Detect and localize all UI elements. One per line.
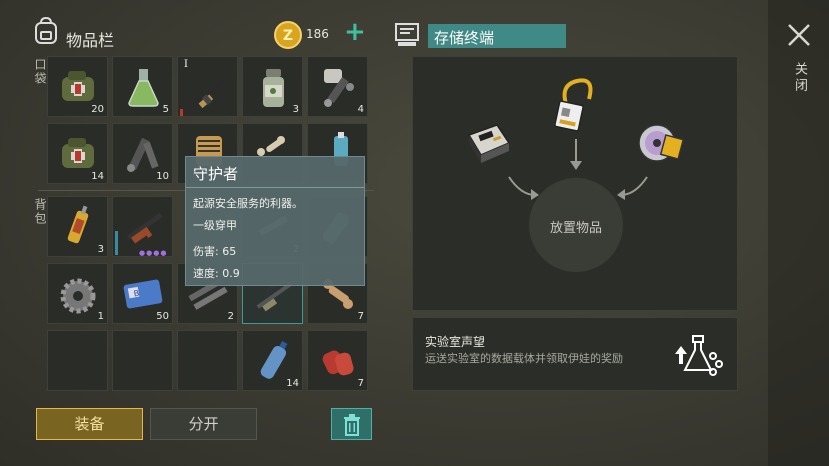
inventory-slot[interactable]: 4 [307, 56, 368, 117]
item-count: 10 [156, 171, 169, 182]
item-count: 4 [357, 104, 364, 115]
inventory-slot[interactable]: ●●●● [112, 196, 173, 257]
item-count: 14 [286, 378, 299, 389]
backpack-icon [33, 16, 59, 45]
inventory-slot[interactable]: 10 [112, 123, 173, 184]
add-currency-button[interactable]: + [344, 17, 366, 47]
durability-bar [180, 109, 183, 116]
close-icon [788, 24, 810, 46]
item-tooltip: 守护者 起源安全服务的利器。 一级穿甲 伤害: 65 速度: 0.9 [185, 156, 365, 286]
inventory-slot[interactable]: 3 [47, 196, 108, 257]
lab-description: 运送实验室的数据载体并领取伊娃的奖励 [425, 352, 623, 365]
item-count: 3 [97, 244, 104, 255]
durability-bar [115, 231, 118, 255]
storage-panel[interactable]: 放置物品 [412, 56, 738, 311]
flask-icon [128, 69, 159, 107]
item-count: 50 [156, 311, 169, 322]
tooltip-damage: 伤害: 65 [193, 245, 237, 258]
currency-amount: 186 [306, 27, 329, 41]
close-label[interactable]: 关闭 [790, 62, 809, 94]
syringe-icon [67, 205, 89, 244]
data-drive-icon [467, 124, 511, 163]
tooltip-title: 守护者 [193, 165, 239, 183]
item-count: 20 [91, 104, 104, 115]
lab-flask-upgrade-icon [675, 335, 723, 376]
inventory-slot[interactable]: 7 [307, 330, 368, 391]
raw-meat-icon [322, 350, 354, 376]
tooltip-speed: 速度: 0.9 [193, 267, 240, 280]
inventory-slot[interactable]: 3 [242, 56, 303, 117]
tooltip-divider [186, 187, 364, 188]
inventory-slot-empty[interactable] [112, 330, 173, 391]
inventory-slot[interactable]: 20 [47, 56, 108, 117]
terminal-icon [394, 22, 420, 48]
svg-text:Z: Z [283, 28, 293, 44]
inventory-slot[interactable]: 5 [112, 56, 173, 117]
rifle-icon [192, 77, 227, 109]
keycard-lanyard-icon [554, 78, 593, 132]
gear-icon [60, 278, 96, 314]
item-count: 5 [162, 104, 169, 115]
pipe-wrench-icon [324, 69, 354, 107]
split-button[interactable]: 分开 [150, 408, 257, 440]
inventory-slot[interactable]: B 50 [112, 263, 173, 324]
inventory-slot[interactable]: 14 [47, 123, 108, 184]
item-count: 7 [357, 378, 364, 389]
equip-button[interactable]: 装备 [36, 408, 143, 440]
pill-bottle-icon [263, 69, 284, 107]
lab-reputation-panel[interactable]: 实验室声望 运送实验室的数据载体并领取伊娃的奖励 [412, 317, 738, 391]
attachment-dots: ●●●● [139, 249, 168, 257]
item-count: 14 [91, 171, 104, 182]
assault-rifle-icon [127, 212, 163, 244]
inventory-slot-empty[interactable] [47, 330, 108, 391]
inventory-slot-empty[interactable] [177, 330, 238, 391]
inventory-slot[interactable]: 14 [242, 330, 303, 391]
item-count: 2 [227, 311, 234, 322]
item-count: 7 [357, 311, 364, 322]
terminal-title-text: 存储终端 [434, 29, 495, 47]
terminal-title: 存储终端 [428, 24, 566, 48]
tooltip-description: 起源安全服务的利器。 [193, 197, 303, 210]
item-count: 3 [292, 104, 299, 115]
trash-icon [343, 414, 360, 436]
item-count: 1 [97, 311, 104, 322]
place-item-label: 放置物品 [549, 221, 602, 236]
inventory-slot[interactable]: 1 [47, 263, 108, 324]
disc-icon [638, 124, 685, 162]
close-button[interactable] [786, 22, 812, 48]
trash-button[interactable] [331, 408, 372, 440]
gold-coin-icon: Z [274, 21, 302, 49]
tooltip-armor: 一级穿甲 [193, 219, 237, 232]
inventory-title: 物品栏 [66, 31, 115, 50]
lab-title: 实验室声望 [425, 335, 486, 349]
inventory-slot[interactable]: I [177, 56, 238, 117]
